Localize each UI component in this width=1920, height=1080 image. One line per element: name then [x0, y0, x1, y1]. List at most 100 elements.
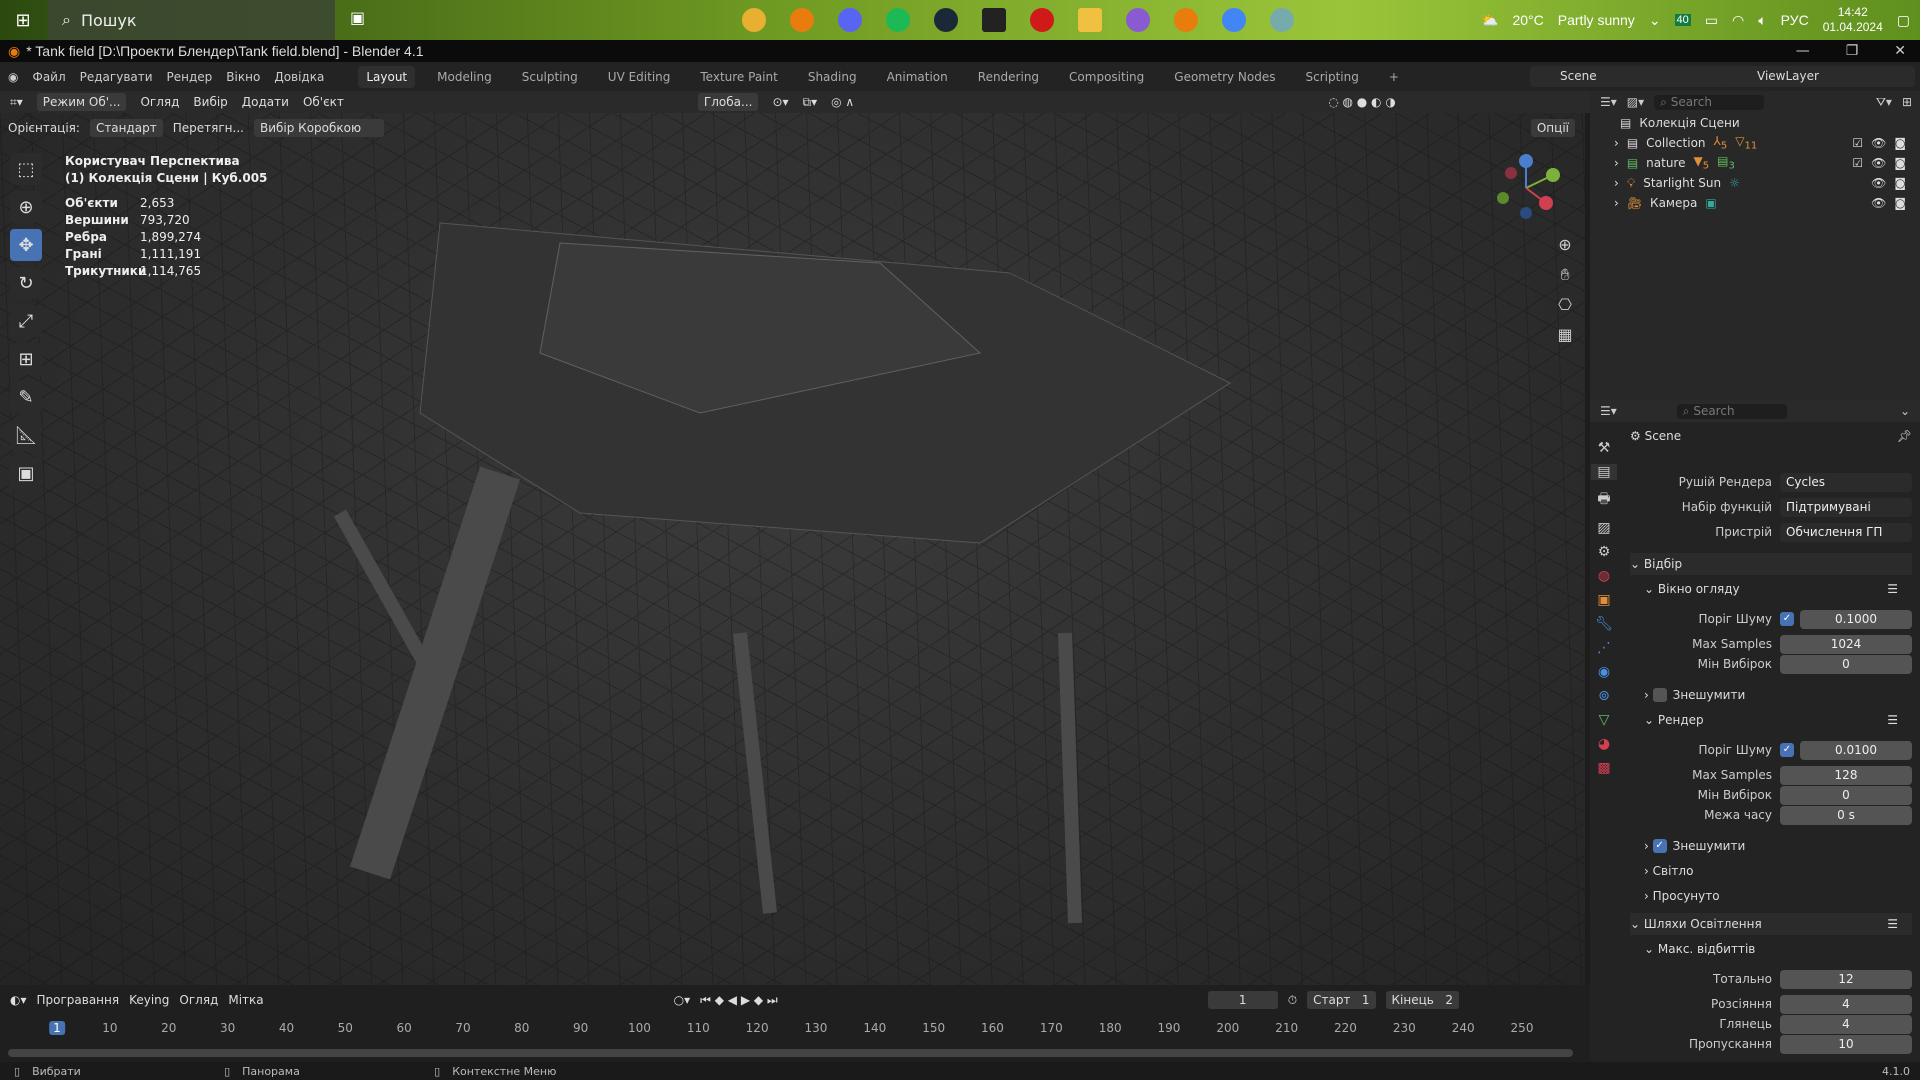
close-icon[interactable]: ✕: [1894, 43, 1906, 59]
world-tab-icon[interactable]: ◍: [1598, 568, 1610, 584]
file-explorer-icon[interactable]: [1078, 8, 1102, 32]
menu-edit[interactable]: Редагувати: [80, 70, 153, 84]
auto-keying-icon[interactable]: ○▾: [674, 993, 691, 1007]
orientation-dropdown[interactable]: Стандарт: [89, 119, 163, 137]
start-frame-field[interactable]: Старт 1: [1307, 991, 1376, 1009]
filter-view-icon[interactable]: ▨▾: [1627, 95, 1644, 109]
chevron-up-icon[interactable]: ⌄: [1649, 12, 1661, 29]
tab-layout[interactable]: Layout: [358, 65, 416, 88]
scene-selector[interactable]: Scene: [1530, 66, 1730, 87]
notifications-icon[interactable]: ▢: [1897, 12, 1910, 29]
editor-type-icon[interactable]: ◐▾: [10, 993, 27, 1007]
proportional-edit-icon[interactable]: ◎ ∧: [831, 95, 854, 109]
discord-icon[interactable]: [838, 8, 862, 32]
min-samples-field[interactable]: 0: [1780, 785, 1912, 805]
expand-icon[interactable]: ›: [1614, 196, 1619, 210]
menu-add[interactable]: Додати: [242, 95, 289, 109]
tab-rendering[interactable]: Rendering: [970, 66, 1047, 88]
wifi-icon[interactable]: ◠: [1732, 12, 1744, 29]
snap-icon[interactable]: ⧉▾: [803, 95, 818, 110]
time-limit-field[interactable]: 0 s: [1780, 805, 1912, 825]
physics-tab-icon[interactable]: ◉: [1598, 664, 1610, 680]
transform-tool-icon[interactable]: ⊞: [10, 343, 42, 375]
render-engine-dropdown[interactable]: Cycles: [1780, 472, 1912, 492]
3d-viewport[interactable]: Орієнтація: Стандарт Перетягн... Вибір К…: [0, 113, 1585, 985]
expand-icon[interactable]: ›: [1614, 136, 1619, 150]
spotify-icon[interactable]: [886, 8, 910, 32]
texture-tab-icon[interactable]: ▩: [1597, 760, 1610, 776]
object-tab-icon[interactable]: ▣: [1597, 592, 1610, 608]
menu-file[interactable]: Файл: [32, 70, 65, 84]
denoise-checkbox[interactable]: [1652, 688, 1667, 702]
menu-window[interactable]: Вікно: [226, 70, 260, 84]
exclude-checkbox[interactable]: ☑: [1852, 136, 1863, 150]
particles-tab-icon[interactable]: ⋰: [1597, 640, 1611, 656]
outliner-item[interactable]: › ▤ Collection ⅄5 ▽11 ☑ 👁︎ ◙: [1590, 133, 1920, 153]
expand-icon[interactable]: ›: [1614, 176, 1619, 190]
render-camera-icon[interactable]: ◙: [1894, 196, 1906, 210]
outliner-item[interactable]: › 🎥︎ Камера ▣ 👁︎ ◙: [1590, 193, 1920, 213]
opera-icon[interactable]: [1030, 8, 1054, 32]
eye-icon[interactable]: 👁︎: [1871, 196, 1886, 210]
outliner-root[interactable]: ▤ Колекція Сцени: [1590, 113, 1920, 133]
presets-icon[interactable]: ☰: [1887, 713, 1912, 727]
end-frame-field[interactable]: Кінець 2: [1385, 991, 1459, 1009]
new-collection-icon[interactable]: ⊞: [1902, 95, 1920, 109]
device-dropdown[interactable]: Обчислення ГП: [1780, 522, 1912, 542]
blender-icon-2[interactable]: [1174, 8, 1198, 32]
sampling-panel[interactable]: ⌄ Відбір: [1630, 553, 1912, 575]
tab-geometry-nodes[interactable]: Geometry Nodes: [1166, 66, 1283, 88]
shading-modes[interactable]: ◌ ◍ ● ◐ ◑: [1328, 95, 1396, 109]
diffuse-bounces-field[interactable]: 4: [1780, 994, 1912, 1014]
menu-object[interactable]: Об'єкт: [303, 95, 344, 109]
data-tab-icon[interactable]: ▽: [1599, 712, 1610, 728]
tab-texture-paint[interactable]: Texture Paint: [692, 66, 785, 88]
blender-menu-icon[interactable]: ◉: [8, 70, 18, 84]
annotate-tool-icon[interactable]: ✎: [10, 381, 42, 413]
chevron-down-icon[interactable]: ⌄: [1900, 404, 1920, 418]
noise-threshold-field[interactable]: 0.1000: [1800, 609, 1912, 629]
editor-type-icon[interactable]: ⌗▾: [10, 95, 23, 110]
view-layer-selector[interactable]: ViewLayer: [1725, 66, 1915, 87]
outliner-search[interactable]: ⌕ Search: [1654, 94, 1765, 110]
eye-icon[interactable]: 👁︎: [1871, 156, 1886, 170]
tab-modeling[interactable]: Modeling: [429, 66, 500, 88]
clock[interactable]: 14:42 01.04.2024: [1823, 5, 1883, 35]
advanced-subpanel[interactable]: › Просунуто: [1630, 885, 1912, 907]
max-samples-field[interactable]: 128: [1780, 765, 1912, 785]
move-tool-icon[interactable]: ✥: [10, 229, 42, 261]
options-dropdown[interactable]: Опції: [1530, 119, 1575, 137]
weather-temp[interactable]: 20°C: [1512, 12, 1543, 28]
battery-icon[interactable]: ▭: [1705, 12, 1718, 29]
expand-icon[interactable]: ›: [1614, 156, 1619, 170]
total-bounces-field[interactable]: 12: [1780, 969, 1912, 989]
tray-badge[interactable]: 40: [1674, 14, 1691, 26]
outliner-item[interactable]: › ▤ nature ▼5 ▤3 ☑ 👁︎ ◙: [1590, 153, 1920, 173]
mode-dropdown[interactable]: Режим Об'...: [36, 93, 127, 111]
render-tab-icon[interactable]: ▤: [1591, 464, 1617, 480]
tab-sculpting[interactable]: Sculpting: [514, 66, 586, 88]
tab-compositing[interactable]: Compositing: [1061, 66, 1152, 88]
noise-threshold-field[interactable]: 0.0100: [1800, 740, 1912, 760]
properties-search[interactable]: ⌕ Search: [1676, 403, 1787, 419]
noise-checkbox[interactable]: ✓: [1780, 612, 1794, 626]
material-tab-icon[interactable]: ◕: [1598, 736, 1610, 752]
pin-icon[interactable]: 📌︎: [1897, 429, 1912, 443]
modifier-tab-icon[interactable]: 🔧︎: [1595, 616, 1613, 632]
presets-icon[interactable]: ☰: [1887, 917, 1912, 931]
render-camera-icon[interactable]: ◙: [1894, 136, 1906, 150]
playhead[interactable]: 1: [49, 1021, 65, 1035]
output-tab-icon[interactable]: 🖶︎: [1597, 488, 1610, 512]
language-indicator[interactable]: РУС: [1781, 12, 1809, 28]
lights-subpanel[interactable]: › Світло: [1630, 860, 1912, 882]
max-samples-field[interactable]: 1024: [1780, 634, 1912, 654]
current-frame-field[interactable]: 1: [1207, 991, 1278, 1009]
denoise-subpanel[interactable]: › ✓ Знешумити: [1630, 835, 1912, 857]
exclude-checkbox[interactable]: ☑: [1852, 156, 1863, 170]
blender-icon[interactable]: [790, 8, 814, 32]
light-paths-panel[interactable]: ⌄ Шляхи Освітлення ☰: [1630, 913, 1912, 935]
keying-menu[interactable]: Keying: [129, 993, 169, 1007]
max-bounces-subpanel[interactable]: ⌄ Макс. відбиттів: [1630, 938, 1912, 960]
stopwatch-icon[interactable]: ⏱: [1288, 993, 1297, 1008]
add-cube-tool-icon[interactable]: ▣: [10, 457, 42, 489]
